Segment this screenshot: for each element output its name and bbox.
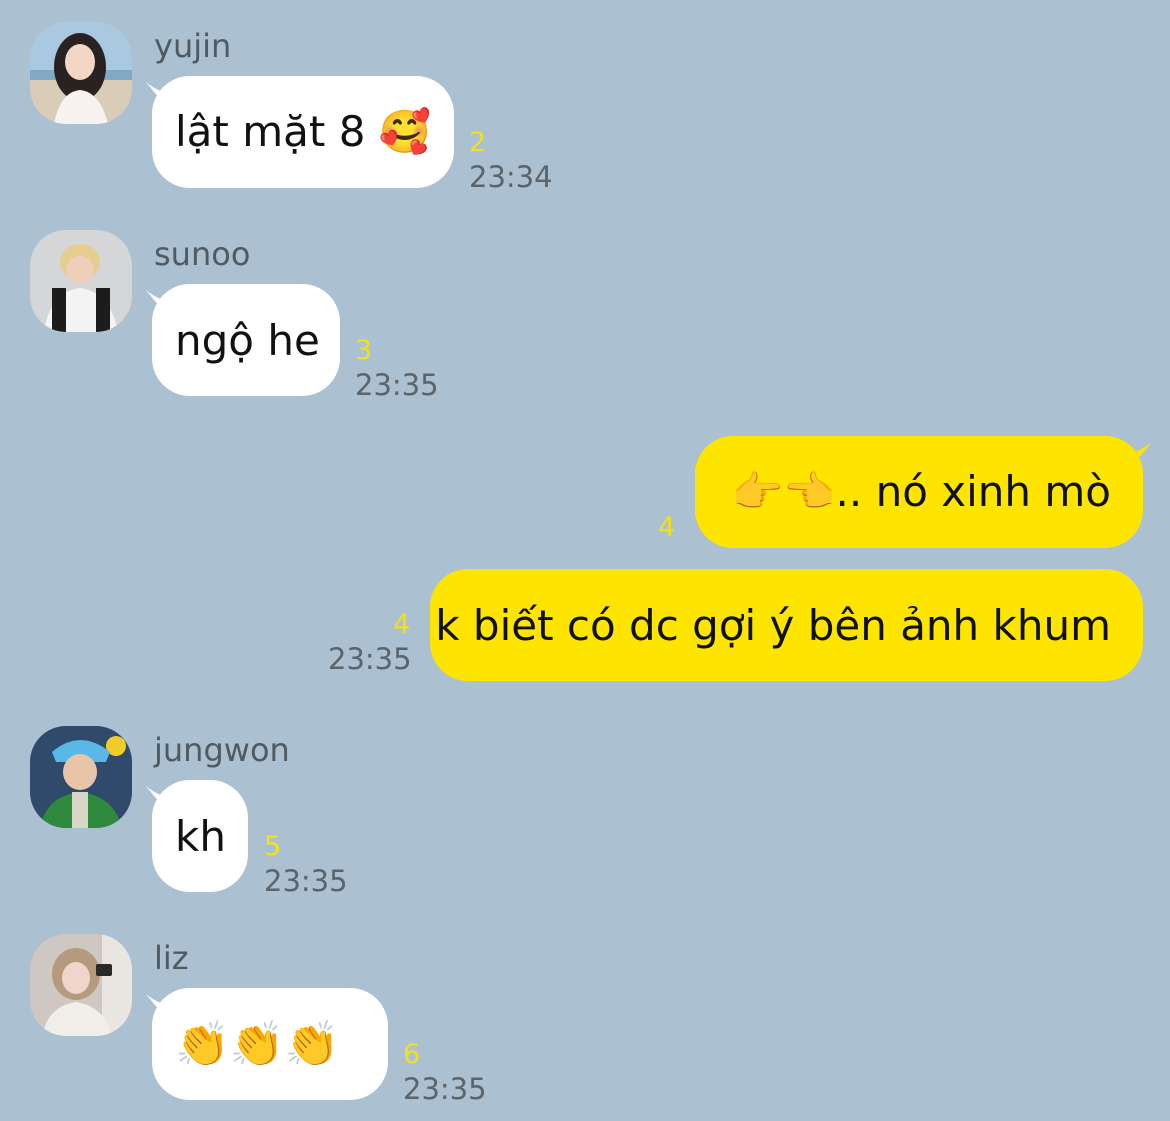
avatar-yujin[interactable] xyxy=(30,22,132,124)
message-bubble[interactable]: ngộ he xyxy=(152,284,340,396)
message-text: kh xyxy=(175,811,226,861)
unread-count: 4 xyxy=(658,512,676,543)
message-time: 23:34 xyxy=(469,160,553,194)
avatar-jungwon[interactable] xyxy=(30,726,132,828)
unread-count: 2 xyxy=(469,127,487,158)
message-text: ngộ he xyxy=(175,315,320,365)
unread-count: 5 xyxy=(264,831,282,862)
avatar-yujin-image xyxy=(30,22,132,124)
message-text: lật mặt 8 🥰 xyxy=(175,107,432,156)
avatar-liz-image xyxy=(30,934,132,1036)
message-bubble[interactable]: 👏👏👏 xyxy=(152,988,388,1100)
message-text: 👉👈.. nó xinh mò xyxy=(730,467,1111,516)
avatar-sunoo[interactable] xyxy=(30,230,132,332)
avatar-sunoo-image xyxy=(30,230,132,332)
message-time: 23:35 xyxy=(328,642,412,676)
message-bubble[interactable]: lật mặt 8 🥰 xyxy=(152,76,454,188)
message-text: 👏👏👏 xyxy=(175,1019,340,1070)
message-text: k biết có dc gợi ý bên ảnh khum xyxy=(435,600,1111,650)
message-bubble[interactable]: kh xyxy=(152,780,248,892)
message-bubble[interactable]: k biết có dc gợi ý bên ảnh khum xyxy=(430,569,1143,681)
unread-count: 4 xyxy=(393,609,411,640)
message-time: 23:35 xyxy=(355,368,439,402)
sender-name: yujin xyxy=(154,27,232,65)
unread-count: 6 xyxy=(403,1039,421,1070)
sender-name: liz xyxy=(154,939,189,977)
sender-name: jungwon xyxy=(154,731,290,769)
message-time: 23:35 xyxy=(403,1072,487,1106)
avatar-liz[interactable] xyxy=(30,934,132,1036)
avatar-jungwon-image xyxy=(30,726,132,828)
sender-name: sunoo xyxy=(154,235,251,273)
unread-count: 3 xyxy=(355,335,373,366)
message-time: 23:35 xyxy=(264,864,348,898)
message-bubble[interactable]: 👉👈.. nó xinh mò xyxy=(695,436,1143,548)
